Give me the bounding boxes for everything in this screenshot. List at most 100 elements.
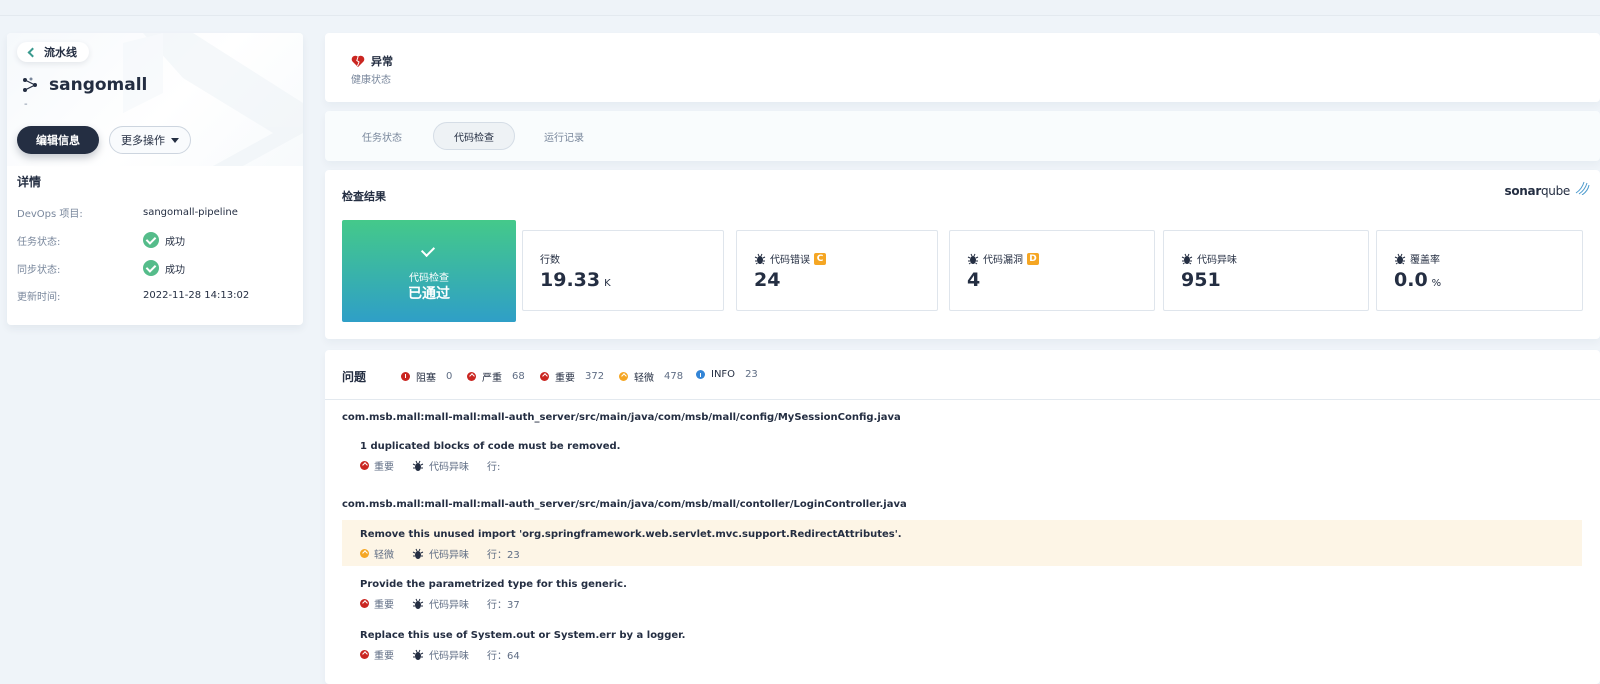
bug-icon bbox=[1181, 253, 1193, 264]
issues-card: 问题 阻塞 0 严重 68 重要 372 轻微 478 INFO 23 com.msb.m… bbox=[325, 350, 1600, 684]
metric-bugs: 代码错误 C 24 bbox=[736, 230, 938, 311]
metric-unit: K bbox=[604, 278, 611, 289]
chevron-left-icon bbox=[27, 47, 38, 57]
bug-icon bbox=[412, 548, 424, 559]
detail-label: DevOps 项目: bbox=[17, 208, 83, 220]
check-result-card: 检查结果 sonarqube 代码检查 已通过 行数 19.33 K 代码错误 C… bbox=[325, 170, 1600, 339]
pipeline-header: 流水线 sangomall - 编辑信息 更多操作 bbox=[7, 33, 303, 166]
health-status: 异常 bbox=[351, 53, 393, 69]
success-check-icon bbox=[143, 260, 159, 276]
issue-item[interactable]: Replace this use of System.out or System… bbox=[342, 621, 1582, 667]
metric-lines: 行数 19.33 K bbox=[522, 230, 724, 311]
back-to-pipelines-button[interactable]: 流水线 bbox=[17, 42, 89, 62]
logo-text-sub: qube bbox=[1540, 184, 1570, 198]
metric-value: 4 bbox=[967, 269, 981, 291]
issue-severity: 重要 bbox=[374, 600, 394, 611]
result-title: 检查结果 bbox=[342, 190, 386, 203]
detail-value: sangomall-pipeline bbox=[143, 206, 238, 218]
edit-info-button[interactable]: 编辑信息 bbox=[17, 126, 99, 154]
detail-value: 成功 bbox=[165, 236, 185, 248]
metric-value: 19.33 bbox=[540, 269, 601, 291]
tab-task-status[interactable]: 任务状态 bbox=[342, 122, 422, 150]
quality-gate-passed: 代码检查 已通过 bbox=[342, 220, 516, 322]
major-icon bbox=[360, 650, 369, 659]
pipeline-description: - bbox=[24, 99, 28, 110]
severity-major[interactable]: 重要 372 bbox=[540, 369, 604, 384]
major-icon bbox=[360, 461, 369, 470]
metric-unit: % bbox=[1431, 278, 1442, 289]
health-card: 异常 健康状态 bbox=[325, 33, 1600, 102]
major-icon bbox=[360, 599, 369, 608]
issue-line: 行：64 bbox=[487, 651, 520, 662]
more-actions-label: 更多操作 bbox=[121, 134, 165, 147]
detail-row-updated: 更新时间: 2022-11-28 14:13:02 bbox=[17, 286, 297, 304]
minor-icon bbox=[360, 549, 369, 558]
bug-icon bbox=[412, 460, 424, 471]
bug-icon bbox=[412, 649, 424, 660]
grade-badge: C bbox=[814, 252, 826, 265]
severity-label: 轻微 bbox=[634, 373, 654, 384]
issue-type: 代码异味 bbox=[429, 462, 469, 473]
issue-item[interactable]: Provide the parametrized type for this g… bbox=[342, 570, 1582, 616]
logo-text-main: sonar bbox=[1504, 184, 1542, 198]
metric-label: 代码错误 bbox=[770, 255, 810, 266]
metric-code-smells: 代码异味 951 bbox=[1163, 230, 1369, 311]
quality-gate-label: 代码检查 bbox=[409, 273, 449, 284]
severity-count: 478 bbox=[664, 371, 684, 382]
detail-row-project: DevOps 项目: sangomall-pipeline bbox=[17, 203, 297, 221]
issue-severity: 重要 bbox=[374, 462, 394, 473]
blocker-icon bbox=[401, 372, 410, 381]
detail-label: 同步状态: bbox=[17, 264, 61, 276]
severity-label: 严重 bbox=[482, 373, 502, 384]
caret-down-icon bbox=[171, 137, 179, 143]
detail-label: 更新时间: bbox=[17, 291, 61, 303]
severity-blocker[interactable]: 阻塞 0 bbox=[401, 369, 452, 384]
detail-value: 成功 bbox=[165, 264, 185, 276]
issue-message: Replace this use of System.out or System… bbox=[360, 630, 686, 641]
info-icon bbox=[696, 370, 705, 379]
page-title: sangomall bbox=[21, 75, 147, 95]
quality-gate-status: 已通过 bbox=[408, 286, 450, 302]
severity-count: 68 bbox=[512, 371, 525, 382]
metric-label: 行数 bbox=[540, 255, 560, 266]
metric-value: 951 bbox=[1181, 269, 1221, 291]
issue-file-path: com.msb.mall:mall-mall:mall-auth_server/… bbox=[342, 499, 907, 510]
severity-info[interactable]: INFO 23 bbox=[696, 369, 758, 380]
grade-badge: D bbox=[1027, 252, 1039, 265]
issue-line: 行：23 bbox=[487, 550, 520, 561]
issue-type: 代码异味 bbox=[429, 600, 469, 611]
issues-title: 问题 bbox=[342, 370, 367, 384]
severity-count: 0 bbox=[446, 371, 453, 382]
more-actions-button[interactable]: 更多操作 bbox=[109, 126, 191, 154]
pipeline-info-card: 流水线 sangomall - 编辑信息 更多操作 详情 DevOps 项目: … bbox=[7, 33, 303, 325]
tab-code-check[interactable]: 代码检查 bbox=[433, 122, 515, 150]
issue-item[interactable]: Remove this unused import 'org.springfra… bbox=[342, 520, 1582, 566]
severity-minor[interactable]: 轻微 478 bbox=[619, 369, 683, 384]
metric-label: 代码漏洞 bbox=[983, 255, 1023, 266]
issue-severity: 轻微 bbox=[374, 550, 394, 561]
issues-header: 问题 阻塞 0 严重 68 重要 372 轻微 478 INFO 23 bbox=[325, 350, 1600, 400]
details-title: 详情 bbox=[17, 175, 42, 189]
issue-item[interactable]: 1 duplicated blocks of code must be remo… bbox=[342, 432, 1582, 478]
severity-label: INFO bbox=[711, 369, 736, 380]
check-icon bbox=[420, 242, 436, 258]
detail-value: 2022-11-28 14:13:02 bbox=[143, 289, 250, 301]
bug-icon bbox=[412, 598, 424, 609]
critical-icon bbox=[467, 372, 476, 381]
severity-count: 23 bbox=[745, 369, 758, 380]
issue-file-path: com.msb.mall:mall-mall:mall-auth_server/… bbox=[342, 412, 901, 423]
issue-type: 代码异味 bbox=[429, 550, 469, 561]
sonar-wave-icon bbox=[1575, 181, 1590, 195]
issue-line: 行：37 bbox=[487, 600, 520, 611]
issue-message: Remove this unused import 'org.springfra… bbox=[360, 529, 902, 540]
issue-type: 代码异味 bbox=[429, 651, 469, 662]
tab-run-records[interactable]: 运行记录 bbox=[524, 122, 604, 150]
success-check-icon bbox=[143, 232, 159, 248]
detail-row-task-status: 任务状态: 成功 bbox=[17, 231, 297, 249]
metric-value: 24 bbox=[754, 269, 781, 291]
health-status-text: 异常 bbox=[371, 55, 393, 68]
metric-vulnerabilities: 代码漏洞 D 4 bbox=[949, 230, 1155, 311]
broken-heart-icon bbox=[351, 55, 365, 67]
bug-icon bbox=[1394, 253, 1406, 264]
severity-critical[interactable]: 严重 68 bbox=[467, 369, 525, 384]
